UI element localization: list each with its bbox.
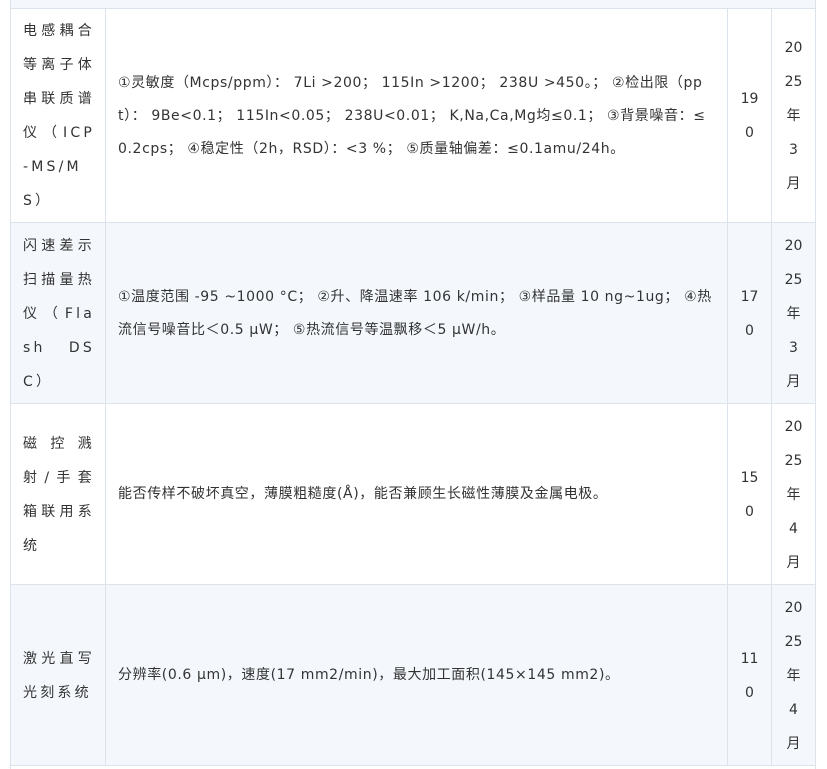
- instrument-name: 闪速差示扫描量热仪（Flash DSC）: [23, 237, 95, 390]
- table-row: 电感耦合等离子体串联质谱仪（ICP-MS/MS） ①灵敏度（Mcps/ppm）：…: [11, 8, 815, 223]
- instrument-name-cell: 闪速差示扫描量热仪（Flash DSC）: [11, 223, 106, 404]
- date-cell: 2025年3月: [772, 9, 815, 223]
- quantity-value: 150: [740, 469, 759, 520]
- spec-cell: ①温度范围 -95 ~1000 °C； ②升、降温速率 106 k/min； ③…: [106, 223, 728, 404]
- table-row: 激光直写光刻系统 分辨率(0.6 μm)，速度(17 mm2/min)，最大加工…: [11, 584, 815, 766]
- table-row-next: [11, 765, 815, 769]
- quantity-value: 110: [740, 650, 759, 701]
- instrument-name: 激光直写光刻系统: [23, 650, 95, 701]
- instrument-name-cell: 激光直写光刻系统: [11, 585, 106, 766]
- spec-text: 分辨率(0.6 μm)，速度(17 mm2/min)，最大加工面积(145×14…: [118, 667, 620, 683]
- date-value: 2025年4月: [784, 418, 803, 571]
- date-cell: 2025年3月: [772, 223, 815, 404]
- spec-text: 能否传样不破坏真空，薄膜粗糙度(Å)，能否兼顾生长磁性薄膜及金属电极。: [118, 486, 608, 502]
- spec-cell: ①灵敏度（Mcps/ppm）： 7Li >200； 115In >1200； 2…: [106, 9, 728, 223]
- quantity-value: 170: [740, 288, 759, 339]
- date-value: 2025年3月: [784, 237, 803, 390]
- quantity-cell: 150: [728, 404, 772, 585]
- date-cell: 2025年4月: [772, 404, 815, 585]
- spec-text: ①温度范围 -95 ~1000 °C； ②升、降温速率 106 k/min； ③…: [118, 288, 712, 338]
- quantity-cell: 190: [728, 9, 772, 223]
- instrument-name: 磁控溅射/手套箱联用系统: [23, 435, 95, 554]
- instrument-name-cell: 电感耦合等离子体串联质谱仪（ICP-MS/MS）: [11, 9, 106, 223]
- procurement-table: 电感耦合等离子体串联质谱仪（ICP-MS/MS） ①灵敏度（Mcps/ppm）：…: [10, 0, 816, 769]
- date-value: 2025年3月: [784, 40, 803, 192]
- spec-cell: 能否传样不破坏真空，薄膜粗糙度(Å)，能否兼顾生长磁性薄膜及金属电极。: [106, 404, 728, 585]
- spec-text: ①灵敏度（Mcps/ppm）： 7Li >200； 115In >1200； 2…: [118, 74, 706, 157]
- table-row: 闪速差示扫描量热仪（Flash DSC） ①温度范围 -95 ~1000 °C；…: [11, 222, 815, 404]
- quantity-cell: 170: [728, 223, 772, 404]
- quantity-value: 190: [740, 91, 759, 141]
- table-row: 磁控溅射/手套箱联用系统 能否传样不破坏真空，薄膜粗糙度(Å)，能否兼顾生长磁性…: [11, 403, 815, 585]
- instrument-name: 电感耦合等离子体串联质谱仪（ICP-MS/MS）: [23, 23, 95, 209]
- date-value: 2025年4月: [784, 599, 803, 752]
- quantity-cell: 110: [728, 585, 772, 766]
- date-cell: 2025年4月: [772, 585, 815, 766]
- spec-cell: 分辨率(0.6 μm)，速度(17 mm2/min)，最大加工面积(145×14…: [106, 585, 728, 766]
- instrument-name-cell: 磁控溅射/手套箱联用系统: [11, 404, 106, 585]
- table-row-previous: [11, 0, 815, 8]
